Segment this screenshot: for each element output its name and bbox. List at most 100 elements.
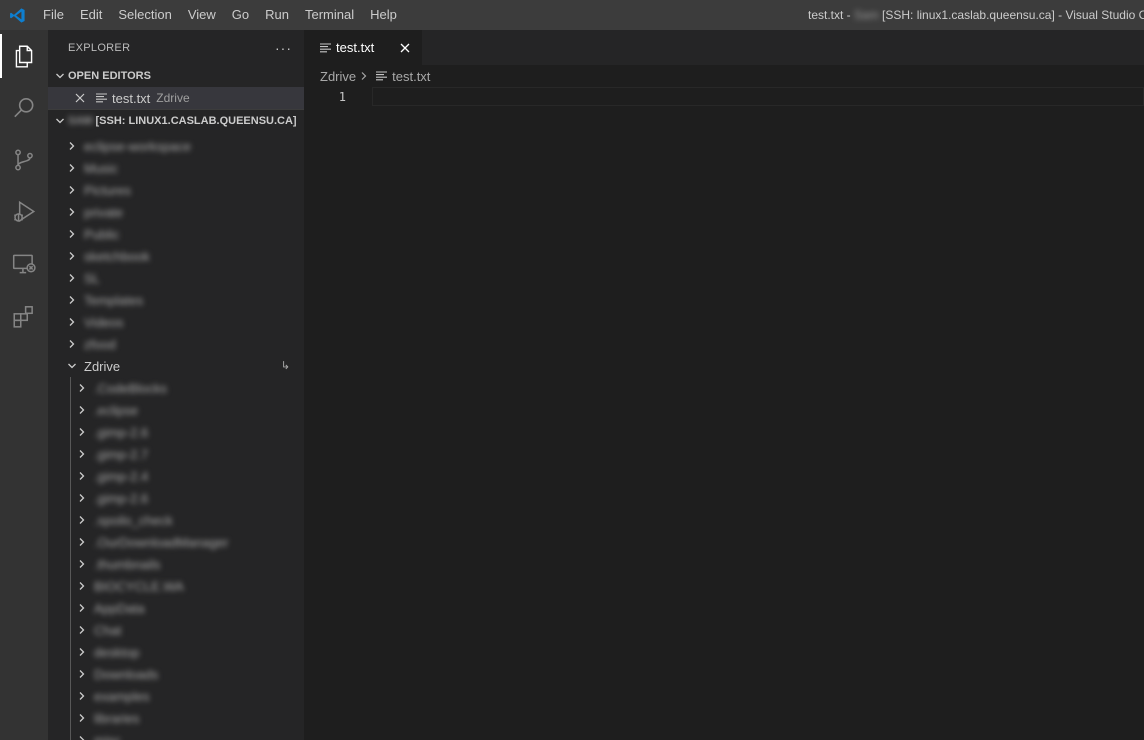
folder-label: private xyxy=(84,204,124,220)
chevron-right-icon xyxy=(74,446,90,462)
close-icon[interactable] xyxy=(396,39,414,57)
folder-label: .eclipse xyxy=(94,402,139,418)
title-bar: File Edit Selection View Go Run Terminal… xyxy=(0,0,1144,30)
tree-folder[interactable]: .OurDownloadManager xyxy=(48,531,304,553)
chevron-right-icon xyxy=(64,292,80,308)
tree-folder[interactable]: .gimp-2.6 xyxy=(48,487,304,509)
extensions-icon[interactable] xyxy=(0,290,48,342)
folder-label: Music xyxy=(84,160,118,176)
explorer-sidebar: EXPLORER ··· OPEN EDITORS test.txt Zdriv… xyxy=(48,30,304,740)
tree-folder[interactable]: Templates xyxy=(48,289,304,311)
tree-folder[interactable]: Music xyxy=(48,157,304,179)
vscode-logo-icon[interactable] xyxy=(0,0,35,30)
chevron-right-icon xyxy=(74,402,90,418)
folder-label: eclipse-workspace xyxy=(84,138,191,154)
open-editors-header[interactable]: OPEN EDITORS xyxy=(48,65,304,87)
chevron-right-icon xyxy=(360,71,368,81)
tree-folder[interactable]: .CodeBlocks xyxy=(48,377,304,399)
tab-test-txt[interactable]: test.txt xyxy=(304,30,422,65)
tree-folder[interactable]: .eclipse xyxy=(48,399,304,421)
menu-bar: File Edit Selection View Go Run Terminal… xyxy=(35,0,405,30)
tree-folder[interactable]: eclipse-workspace xyxy=(48,135,304,157)
menu-terminal[interactable]: Terminal xyxy=(297,0,362,30)
window-title-user: Sam xyxy=(854,8,879,22)
tree-folder[interactable]: .gimp-2.6 xyxy=(48,421,304,443)
open-editor-item[interactable]: test.txt Zdrive xyxy=(48,87,304,109)
sidebar-title: EXPLORER xyxy=(68,41,131,54)
chevron-right-icon xyxy=(74,534,90,550)
folder-label: .gimp-2.6 xyxy=(94,490,149,506)
search-icon[interactable] xyxy=(0,82,48,134)
chevron-right-icon xyxy=(64,138,80,154)
chevron-right-icon xyxy=(74,666,90,682)
tree-folder[interactable]: Chat xyxy=(48,619,304,641)
tree-folder[interactable]: AppData xyxy=(48,597,304,619)
tree-folder[interactable]: Videos xyxy=(48,311,304,333)
menu-go[interactable]: Go xyxy=(224,0,257,30)
breadcrumb-file[interactable]: test.txt xyxy=(392,69,430,84)
chevron-right-icon xyxy=(74,512,90,528)
symlink-icon: ↳ xyxy=(280,360,290,372)
tree-folder[interactable]: Public xyxy=(48,223,304,245)
current-line-highlight[interactable] xyxy=(372,87,1144,106)
menu-run[interactable]: Run xyxy=(257,0,297,30)
menu-view[interactable]: View xyxy=(180,0,224,30)
tree-folder[interactable]: misc xyxy=(48,729,304,740)
folder-label: Public xyxy=(84,226,120,242)
file-tree: eclipse-workspace Music Pictures private… xyxy=(48,135,304,740)
chevron-right-icon xyxy=(64,336,80,352)
folder-label: .gimp-2.4 xyxy=(94,468,149,484)
tab-label: test.txt xyxy=(336,40,375,55)
editor-group: test.txt Zdrive test.txt 1 xyxy=(304,30,1144,740)
more-actions-button[interactable]: ··· xyxy=(275,40,292,56)
source-control-icon[interactable] xyxy=(0,134,48,186)
chevron-down-icon xyxy=(52,68,68,84)
folder-label: .gimp-2.6 xyxy=(94,424,149,440)
chevron-right-icon xyxy=(64,248,80,264)
tree-folder[interactable]: libraries xyxy=(48,707,304,729)
chevron-right-icon xyxy=(74,380,90,396)
breadcrumb-folder[interactable]: Zdrive xyxy=(320,69,356,84)
chevron-right-icon xyxy=(74,600,90,616)
text-file-icon xyxy=(374,69,388,83)
folder-label: libraries xyxy=(94,710,140,726)
folder-label: AppData xyxy=(94,600,145,616)
folder-label: .thumbnails xyxy=(94,556,161,572)
tree-folder[interactable]: Downloads xyxy=(48,663,304,685)
window-title: test.txt - Sam [SSH: linux1.caslab.queen… xyxy=(808,0,1144,30)
chevron-down-icon xyxy=(52,113,68,129)
folder-label: zfood xyxy=(84,336,116,352)
tree-folder[interactable]: .thumbnails xyxy=(48,553,304,575)
tree-folder[interactable]: desktop xyxy=(48,641,304,663)
open-editor-filename: test.txt xyxy=(112,90,151,106)
folder-label: Templates xyxy=(84,292,144,308)
menu-file[interactable]: File xyxy=(35,0,72,30)
chevron-right-icon xyxy=(74,490,90,506)
chevron-right-icon xyxy=(64,204,80,220)
tree-folder[interactable]: private xyxy=(48,201,304,223)
open-editors-label: OPEN EDITORS xyxy=(68,70,151,82)
text-editor[interactable]: 1 xyxy=(304,87,1144,687)
tree-folder[interactable]: sketchbook xyxy=(48,245,304,267)
tree-folder[interactable]: .spoilo_check xyxy=(48,509,304,531)
tree-folder[interactable]: examples xyxy=(48,685,304,707)
files-icon[interactable] xyxy=(0,30,48,82)
close-editor-icon[interactable] xyxy=(72,90,88,106)
window-title-file: test.txt - xyxy=(808,8,855,22)
tree-folder[interactable]: Pictures xyxy=(48,179,304,201)
tree-folder[interactable]: .gimp-2.7 xyxy=(48,443,304,465)
menu-help[interactable]: Help xyxy=(362,0,405,30)
run-debug-icon[interactable] xyxy=(0,186,48,238)
tree-folder[interactable]: zfood xyxy=(48,333,304,355)
menu-selection[interactable]: Selection xyxy=(110,0,179,30)
workspace-header[interactable]: SAM [SSH: LINUX1.CASLAB.QUEENSU.CA] xyxy=(48,109,304,131)
remote-explorer-icon[interactable] xyxy=(0,238,48,290)
tree-folder[interactable]: SL xyxy=(48,267,304,289)
tree-folder[interactable]: BIOCYCLE.WA xyxy=(48,575,304,597)
menu-edit[interactable]: Edit xyxy=(72,0,110,30)
chevron-right-icon xyxy=(74,622,90,638)
tree-folder-zdrive[interactable]: Zdrive ↳ xyxy=(48,355,304,377)
open-editor-folder: Zdrive xyxy=(156,91,190,105)
tree-folder[interactable]: .gimp-2.4 xyxy=(48,465,304,487)
chevron-right-icon xyxy=(64,314,80,330)
